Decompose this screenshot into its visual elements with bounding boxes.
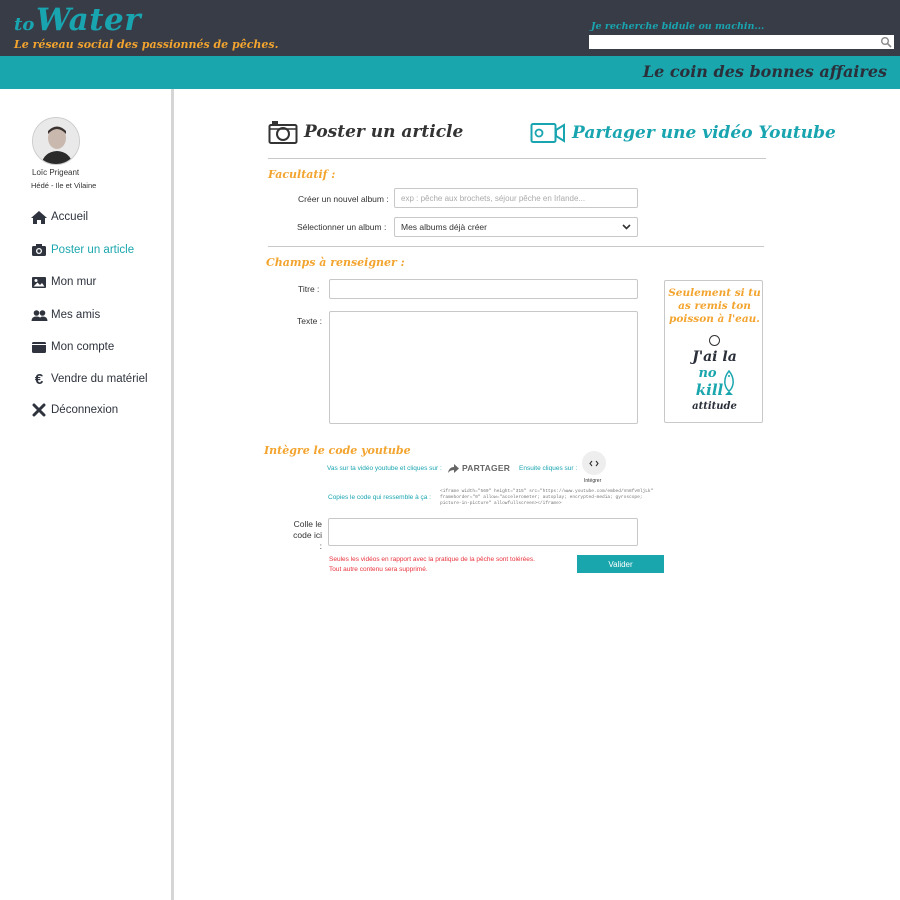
code-icon [589,460,599,466]
divider [268,158,766,159]
select-album-dropdown[interactable]: Mes albums déjà créer [394,217,638,237]
youtube-step-3: Copies le code qui ressemble à ça : [328,494,431,501]
select-album-label: Sélectionner un album : [297,222,387,232]
youtube-share-button: PARTAGER [448,463,510,473]
avatar[interactable] [32,117,80,165]
sidebar-item-label: Déconnexion [51,404,119,416]
sidebar-item-label: Accueil [51,211,89,223]
avatar-image [33,118,79,164]
promo-text: Seulement si tu as remis ton poisson à l… [668,287,761,325]
warning-text: Seules les vidéos en rapport avec la pra… [329,555,535,575]
sidebar-item-label: Mon compte [51,341,115,353]
sidebar-item-mes-amis[interactable]: Mes amis [30,307,100,323]
user-name[interactable]: Loïc Prigeant [32,168,79,177]
youtube-embed-button [582,451,606,475]
hook-icon [709,335,720,346]
wallet-icon [30,339,48,355]
users-icon [30,307,48,323]
tagline: Le réseau social des passionnés de pêche… [14,38,279,51]
euro-icon: € [34,370,44,388]
chevron-down-icon [622,224,631,230]
camera-icon [30,242,48,258]
close-icon [30,402,48,418]
section-facultatif-title: Facultatif : [268,168,336,181]
sidebar-item-poster-un-article[interactable]: Poster un article [30,242,134,258]
select-album-value: Mes albums déjà créer [401,222,487,232]
sidebar-item-deconnexion[interactable]: Déconnexion [30,402,118,418]
warning-line: Seules les vidéos en rapport avec la pra… [329,556,535,563]
image-icon [30,274,48,290]
warning-line: Tout autre contenu sera supprimé. [329,566,428,573]
sidebar-item-mon-mur[interactable]: Mon mur [30,274,96,290]
sidebar-divider [171,89,174,900]
logo-prefix[interactable]: to [14,14,34,35]
video-camera-icon [530,123,565,143]
section-youtube-title: Intègre le code youtube [264,444,411,457]
valider-button[interactable]: Valider [577,555,664,573]
sidebar-item-mon-compte[interactable]: Mon compte [30,339,114,355]
promo-line: attitude [692,401,737,412]
no-kill-promo-card: Seulement si tu as remis ton poisson à l… [664,280,763,423]
search-input[interactable] [589,35,894,49]
youtube-code-input[interactable] [328,518,638,546]
user-location: Hédé - Ile et Vilaine [31,181,97,190]
sidebar-item-vendre-du-materiel[interactable]: € Vendre du matériel [30,370,148,388]
sidebar-item-accueil[interactable]: Accueil [30,209,88,225]
titre-input[interactable] [329,279,638,299]
section-title: Le coin des bonnes affaires [642,62,887,81]
sidebar-item-label: Vendre du matériel [51,373,148,385]
promo-line: kill [695,381,724,399]
logo[interactable]: Water [36,2,141,38]
promo-line: no [698,366,717,381]
sidebar-item-label: Poster un article [51,244,135,256]
home-icon [30,209,48,225]
embed-code-sample: <iframe width="560" height="315" src="ht… [440,489,654,506]
promo-line: J'ai la [692,349,737,365]
search-icon[interactable] [880,36,892,48]
share-label: PARTAGER [462,463,511,473]
tab-label: Partager une vidéo Youtube [572,123,836,143]
create-album-label: Créer un nouvel album : [298,194,389,204]
fish-icon [724,370,734,395]
youtube-step-2: Ensuite cliques sur : [519,465,578,472]
titre-label: Titre : [298,284,320,294]
paste-code-label: Colle le code ici : [293,519,322,551]
tab-partager-video[interactable]: Partager une vidéo Youtube [530,121,836,145]
search-label: Je recherche bidule ou machin... [591,21,765,32]
sidebar-item-label: Mes amis [51,309,101,321]
create-album-input[interactable] [394,188,638,208]
embed-label: Intégrer [584,478,602,484]
sidebar-item-label: Mon mur [51,276,97,288]
share-arrow-icon [448,463,459,473]
tab-label: Poster un article [304,122,464,142]
texte-textarea[interactable] [329,311,638,424]
section-required-title: Champs à renseigner : [266,256,405,269]
texte-label: Texte : [297,316,323,326]
divider [268,246,764,247]
camera-icon [268,121,298,144]
tab-poster-article[interactable]: Poster un article [268,119,463,145]
youtube-step-1: Vas sur ta vidéo youtube et cliques sur … [327,465,442,472]
